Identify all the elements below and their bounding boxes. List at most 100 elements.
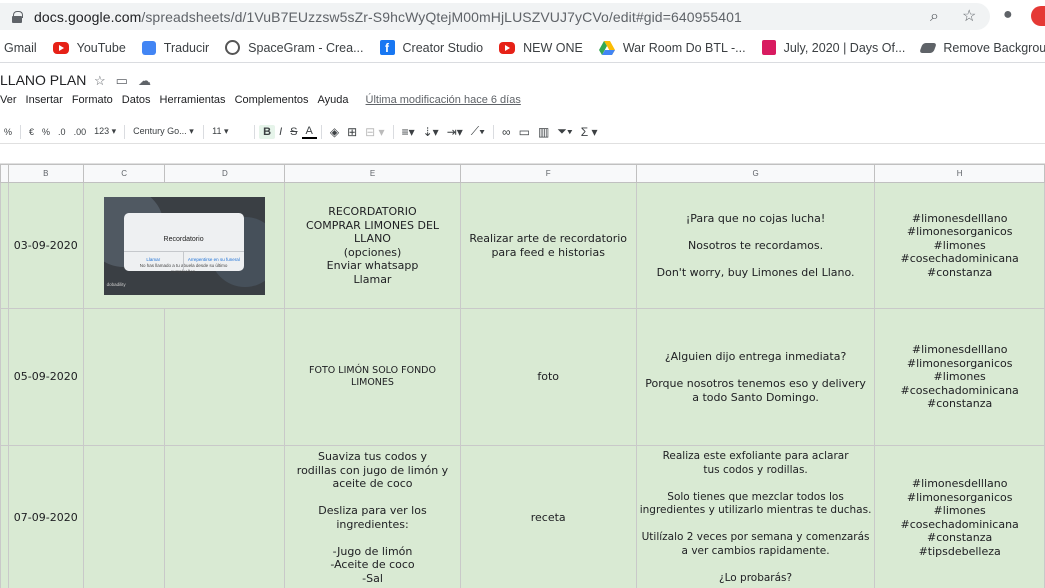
star-icon[interactable]: ☆ — [962, 9, 976, 25]
cell-format[interactable]: foto — [459, 308, 637, 446]
decrease-decimals-button[interactable]: .0 — [54, 127, 70, 137]
menu-insertar[interactable]: Insertar — [26, 94, 63, 106]
font-select[interactable]: Century Go... ▾ — [129, 126, 199, 137]
borders-icon[interactable]: ⊞ — [343, 125, 361, 139]
chevron-down-icon: ▾ — [189, 126, 194, 136]
insert-chart-icon[interactable]: ▥ — [534, 125, 553, 139]
bookmark-july-2020[interactable]: July, 2020 | Days Of... — [761, 40, 906, 55]
cell-d[interactable] — [164, 308, 286, 446]
reminder-image[interactable]: Recordatorio No has llamado a tu abuela … — [103, 196, 265, 295]
cell-c[interactable] — [82, 308, 166, 446]
column-header-g[interactable]: G — [635, 164, 876, 183]
currency-format-button[interactable]: € — [25, 127, 38, 137]
percent-format-button[interactable]: % — [0, 127, 16, 137]
menu-ayuda[interactable]: Ayuda — [318, 94, 349, 106]
bookmark-remove-bg[interactable]: Remove Backgroun... — [919, 41, 1045, 55]
bookmark-spacegram[interactable]: SpaceGram - Crea... — [225, 40, 364, 55]
menu-formato[interactable]: Formato — [72, 94, 113, 106]
column-header-e[interactable]: E — [284, 164, 461, 183]
column-header-h[interactable]: H — [874, 164, 1045, 183]
merge-cells-icon[interactable]: ⊟ ▾ — [361, 125, 388, 139]
star-icon[interactable]: ☆ — [94, 73, 106, 89]
more-formats-button[interactable]: 123 ▾ — [90, 126, 120, 137]
filter-icon[interactable]: ⏷▾ — [553, 124, 576, 139]
cell-concept[interactable]: RECORDATORIO COMPRAR LIMONES DEL LLANO (… — [284, 182, 461, 309]
text-color-button[interactable]: A — [301, 125, 317, 139]
text-rotate-icon[interactable]: ⟋▾ — [467, 124, 489, 139]
column-header-d[interactable]: D — [164, 164, 286, 183]
menu-complementos[interactable]: Complementos — [235, 94, 309, 106]
sheet-table: B C D E F G H 03-09-2020 Recordatorio No… — [0, 164, 1045, 588]
cell-a[interactable] — [0, 182, 9, 309]
cell-concept[interactable]: Suaviza tus codos y rodillas con jugo de… — [284, 445, 461, 588]
bookmark-new-one[interactable]: NEW ONE — [499, 41, 583, 55]
align-horizontal-icon[interactable]: ≡▾ — [398, 125, 419, 139]
bookmarks-bar: Gmail YouTube Traducir SpaceGram - Crea.… — [0, 33, 1045, 63]
url-text[interactable]: docs.google.com/spreadsheets/d/1VuB7EUzz… — [34, 9, 742, 25]
cell-image[interactable]: Recordatorio No has llamado a tu abuela … — [82, 182, 286, 309]
doc-title[interactable]: LLANO PLAN — [0, 72, 86, 88]
move-folder-icon[interactable]: ▭ — [116, 73, 128, 89]
cell-hashtags[interactable]: #limonesdelllano #limonesorganicos #limo… — [874, 308, 1045, 446]
fill-color-icon[interactable]: ◈ — [326, 125, 343, 139]
formula-bar[interactable] — [0, 144, 1045, 164]
cell-copy[interactable]: ¡Para que no cojas lucha! Nosotros te re… — [635, 182, 876, 309]
column-header-f[interactable]: F — [459, 164, 637, 183]
bookmark-war-room[interactable]: War Room Do BTL -... — [598, 40, 746, 55]
percent-button[interactable]: % — [38, 127, 54, 137]
zoom-icon[interactable]: ⌕ — [930, 9, 939, 25]
spacegram-icon — [225, 40, 241, 55]
cell-copy[interactable]: ¿Alguien dijo entrega inmediata? Porque … — [635, 308, 876, 446]
menu-herramientas[interactable]: Herramientas — [160, 94, 226, 106]
column-header-b[interactable]: B — [7, 164, 84, 183]
menu-ver[interactable]: Ver — [0, 94, 17, 106]
bookmark-creator-studio[interactable]: f Creator Studio — [379, 40, 483, 55]
url-field[interactable]: docs.google.com/spreadsheets/d/1VuB7EUzz… — [0, 3, 990, 30]
bookmark-gmail[interactable]: Gmail — [4, 41, 37, 55]
cell-c[interactable] — [82, 445, 166, 588]
toolbar-divider — [254, 124, 256, 139]
calendar-icon — [761, 40, 776, 55]
column-header-a[interactable] — [0, 164, 9, 183]
extension-icon[interactable]: ● — [1003, 7, 1013, 23]
cell-format[interactable]: Realizar arte de recordatorio para feed … — [459, 182, 637, 309]
bold-button[interactable]: B — [259, 124, 276, 139]
lock-icon[interactable] — [12, 10, 23, 23]
cell-a[interactable] — [0, 445, 9, 588]
translate-icon — [141, 40, 156, 55]
profile-avatar[interactable] — [1031, 6, 1045, 26]
column-header-row: B C D E F G H — [0, 164, 1045, 183]
italic-button[interactable]: I — [275, 126, 286, 138]
cell-concept[interactable]: FOTO LIMÓN SOLO FONDO LIMONES — [284, 308, 461, 446]
dialog-title: Recordatorio — [163, 236, 204, 243]
cell-copy[interactable]: Realiza este exfoliante para aclarar tus… — [635, 445, 876, 588]
strikethrough-button[interactable]: S — [286, 126, 301, 138]
cell-date[interactable]: 03-09-2020 — [7, 182, 84, 309]
cell-a[interactable] — [0, 308, 9, 446]
font-size-select[interactable]: 11 ▾ — [208, 126, 250, 137]
remove-bg-icon — [919, 42, 938, 53]
table-row: 07-09-2020 Suaviza tus codos y rodillas … — [0, 445, 1045, 588]
cell-format[interactable]: receta — [459, 445, 637, 588]
column-header-c[interactable]: C — [82, 164, 166, 183]
last-modified-link[interactable]: Última modificación hace 6 días — [366, 94, 521, 106]
cell-hashtags[interactable]: #limonesdelllano #limonesorganicos #limo… — [874, 445, 1045, 588]
chevron-down-icon: ▾ — [111, 126, 117, 136]
bookmark-label: SpaceGram - Crea... — [248, 40, 364, 55]
functions-icon[interactable]: Σ ▾ — [577, 125, 602, 139]
insert-comment-icon[interactable]: ▭ — [515, 125, 534, 139]
align-vertical-icon[interactable]: ⇣▾ — [419, 125, 443, 139]
cell-date[interactable]: 07-09-2020 — [7, 445, 84, 588]
cell-date[interactable]: 05-09-2020 — [7, 308, 84, 446]
cell-hashtags[interactable]: #limonesdelllano #limonesorganicos #limo… — [874, 182, 1045, 309]
menu-datos[interactable]: Datos — [122, 94, 151, 106]
increase-decimals-button[interactable]: .00 — [70, 127, 91, 137]
bookmark-label: Traducir — [163, 40, 210, 55]
cell-d[interactable] — [164, 445, 286, 588]
bookmark-label: July, 2020 | Days Of... — [783, 40, 906, 55]
cloud-status-icon[interactable]: ☁ — [138, 73, 151, 89]
bookmark-youtube[interactable]: YouTube — [52, 41, 126, 55]
insert-link-icon[interactable]: ∞ — [498, 125, 515, 139]
bookmark-traducir[interactable]: Traducir — [141, 40, 210, 55]
text-wrap-icon[interactable]: ⇥▾ — [443, 125, 467, 139]
